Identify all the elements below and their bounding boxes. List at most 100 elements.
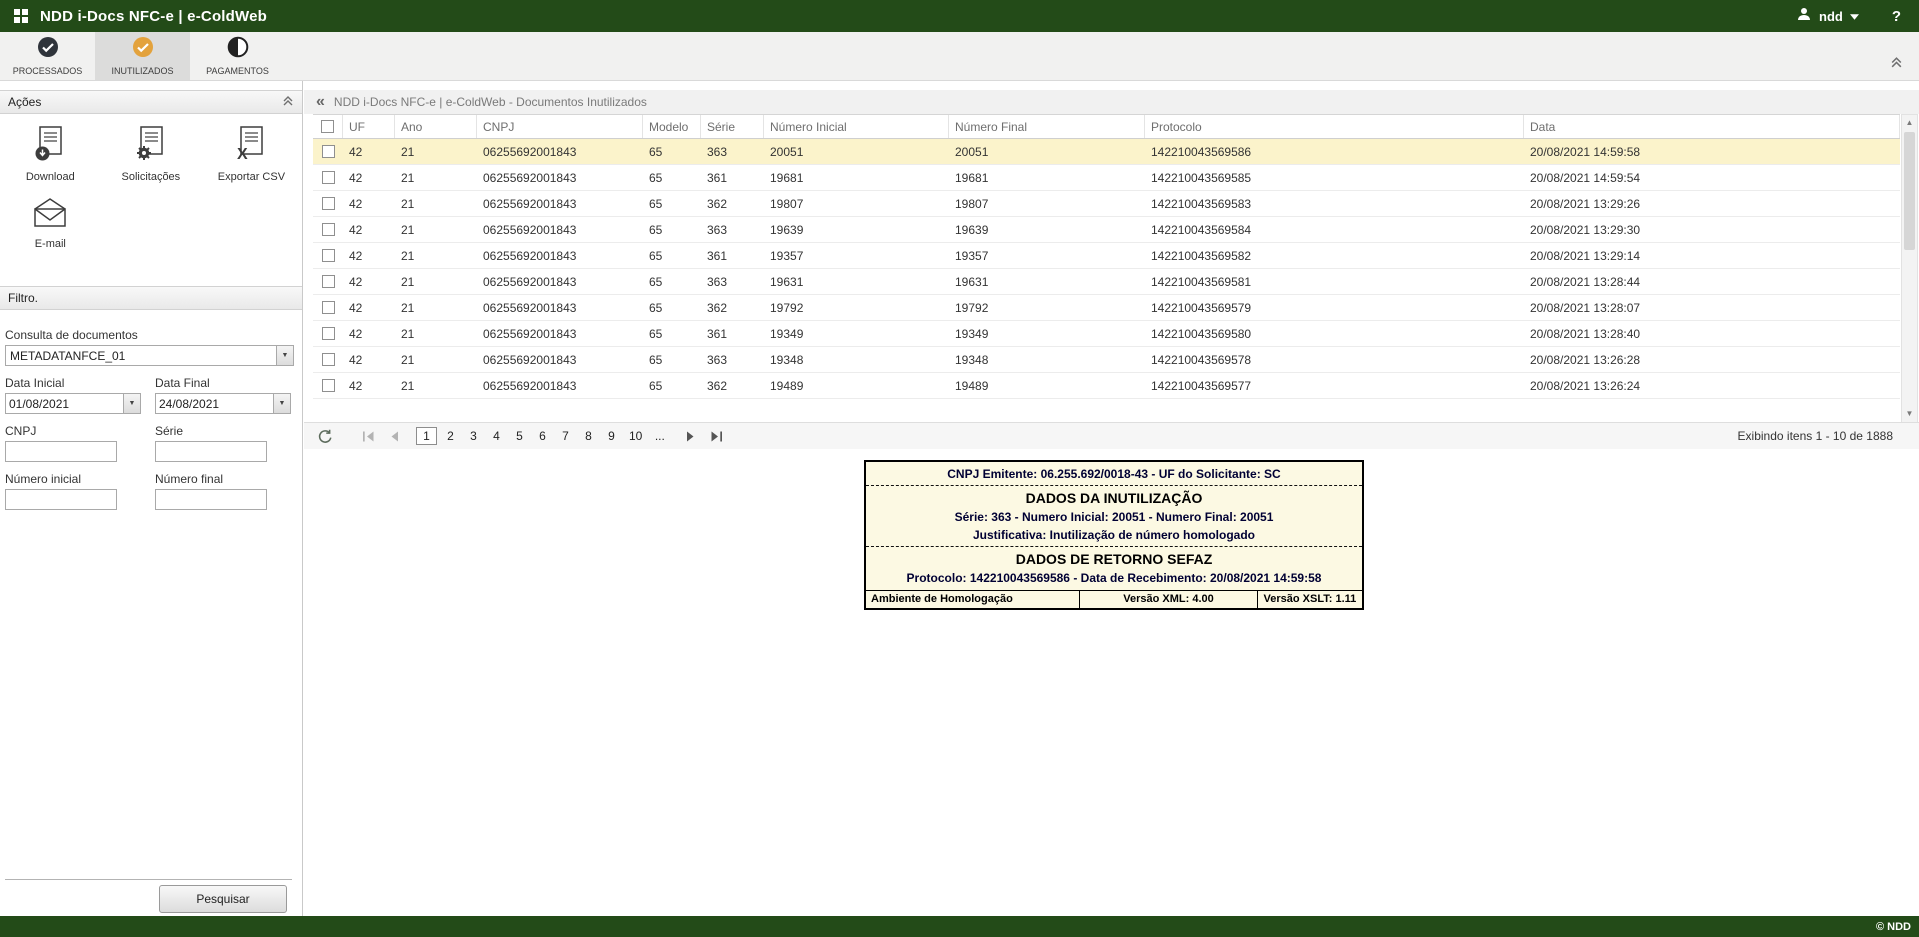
page-4[interactable]: 4 bbox=[487, 428, 506, 444]
row-checkbox-cell bbox=[313, 347, 343, 372]
cell-cnpj: 06255692001843 bbox=[477, 243, 643, 268]
row-checkbox[interactable] bbox=[322, 327, 335, 340]
vertical-scrollbar[interactable]: ▲ ▼ bbox=[1901, 114, 1918, 423]
serie-label: Série bbox=[155, 424, 291, 438]
cell-numero-final: 19681 bbox=[949, 165, 1145, 190]
cell-serie: 363 bbox=[701, 347, 764, 372]
page-5[interactable]: 5 bbox=[510, 428, 529, 444]
tab-pagamentos[interactable]: PAGAMENTOS bbox=[190, 32, 285, 80]
consulta-label: Consulta de documentos bbox=[5, 328, 294, 342]
column-header-serie[interactable]: Série bbox=[701, 115, 764, 138]
select-all-checkbox[interactable] bbox=[321, 120, 334, 133]
page-1[interactable]: 1 bbox=[416, 427, 437, 445]
page-2[interactable]: 2 bbox=[441, 428, 460, 444]
table-row[interactable]: 4221062556920018436536219489194891422100… bbox=[313, 373, 1900, 399]
page-9[interactable]: 9 bbox=[602, 428, 621, 444]
page-10[interactable]: 10 bbox=[625, 428, 646, 444]
breadcrumb-back-icon[interactable]: « bbox=[316, 90, 325, 114]
consulta-dropdown-icon[interactable]: ▼ bbox=[276, 346, 293, 365]
row-checkbox-cell bbox=[313, 295, 343, 320]
app-grid-icon[interactable] bbox=[14, 9, 28, 23]
cell-numero-final: 19489 bbox=[949, 373, 1145, 398]
table-row[interactable]: 4221062556920018436536119349193491422100… bbox=[313, 321, 1900, 347]
column-header-numero-final[interactable]: Número Final bbox=[949, 115, 1145, 138]
table-row[interactable]: 4221062556920018436536119357193571422100… bbox=[313, 243, 1900, 269]
row-checkbox[interactable] bbox=[322, 249, 335, 262]
table-row[interactable]: 4221062556920018436536219792197921422100… bbox=[313, 295, 1900, 321]
preview-section2-title: DADOS DE RETORNO SEFAZ bbox=[866, 549, 1362, 569]
row-checkbox[interactable] bbox=[322, 379, 335, 392]
prev-page-button[interactable] bbox=[389, 431, 399, 442]
numero-inicial-input[interactable] bbox=[5, 489, 117, 510]
cell-modelo: 65 bbox=[643, 373, 701, 398]
row-checkbox[interactable] bbox=[322, 171, 335, 184]
copyright-text: © NDD bbox=[1876, 921, 1911, 933]
cell-data: 20/08/2021 13:29:26 bbox=[1524, 191, 1900, 216]
help-icon[interactable]: ? bbox=[1892, 8, 1901, 25]
row-checkbox[interactable] bbox=[322, 223, 335, 236]
column-header-data[interactable]: Data bbox=[1524, 115, 1900, 138]
cell-serie: 363 bbox=[701, 269, 764, 294]
table-row[interactable]: 4221062556920018436536319348193481422100… bbox=[313, 347, 1900, 373]
last-page-button[interactable] bbox=[710, 431, 723, 442]
page-7[interactable]: 7 bbox=[556, 428, 575, 444]
cnpj-input[interactable] bbox=[5, 441, 117, 462]
data-final-dropdown-icon[interactable]: ▼ bbox=[273, 394, 290, 413]
pesquisar-button[interactable]: Pesquisar bbox=[159, 885, 287, 913]
page-8[interactable]: 8 bbox=[579, 428, 598, 444]
table-row[interactable]: 4221062556920018436536320051200511422100… bbox=[313, 139, 1900, 165]
column-header-numero-inicial[interactable]: Número Inicial bbox=[764, 115, 949, 138]
row-checkbox[interactable] bbox=[322, 353, 335, 366]
consulta-select[interactable]: METADATANFCE_01 ▼ bbox=[5, 345, 294, 366]
row-checkbox[interactable] bbox=[322, 197, 335, 210]
row-checkbox[interactable] bbox=[322, 275, 335, 288]
refresh-button[interactable] bbox=[318, 429, 333, 444]
table-row[interactable]: 4221062556920018436536319631196311422100… bbox=[313, 269, 1900, 295]
column-header-ano[interactable]: Ano bbox=[395, 115, 477, 138]
first-page-button[interactable] bbox=[362, 431, 375, 442]
page-6[interactable]: 6 bbox=[533, 428, 552, 444]
column-header-modelo[interactable]: Modelo bbox=[643, 115, 701, 138]
scroll-down-icon[interactable]: ▼ bbox=[1902, 407, 1917, 421]
preview-justificativa-line: Justificativa: Inutilização de número ho… bbox=[866, 526, 1362, 547]
tab-processados[interactable]: PROCESSADOS bbox=[0, 32, 95, 80]
app-title: NDD i-Docs NFC-e | e-ColdWeb bbox=[40, 8, 267, 25]
scroll-up-icon[interactable]: ▲ bbox=[1902, 116, 1917, 130]
column-header-cnpj[interactable]: CNPJ bbox=[477, 115, 643, 138]
column-header-uf[interactable]: UF bbox=[343, 115, 395, 138]
next-page-button[interactable] bbox=[686, 431, 696, 442]
scrollbar-thumb[interactable] bbox=[1904, 132, 1915, 250]
column-header-protocolo[interactable]: Protocolo bbox=[1145, 115, 1524, 138]
cell-numero-final: 19807 bbox=[949, 191, 1145, 216]
data-inicial-picker: ▼ bbox=[5, 393, 141, 414]
breadcrumb: « NDD i-Docs NFC-e | e-ColdWeb - Documen… bbox=[304, 90, 1919, 114]
data-inicial-dropdown-icon[interactable]: ▼ bbox=[123, 394, 140, 413]
ribbon-collapse-icon[interactable] bbox=[1890, 56, 1903, 74]
table-row[interactable]: 4221062556920018436536119681196811422100… bbox=[313, 165, 1900, 191]
page-3[interactable]: 3 bbox=[464, 428, 483, 444]
cell-data: 20/08/2021 13:29:14 bbox=[1524, 243, 1900, 268]
data-inicial-input[interactable] bbox=[6, 396, 123, 412]
tab-inutilizados[interactable]: INUTILIZADOS bbox=[95, 32, 190, 80]
cell-data: 20/08/2021 13:28:44 bbox=[1524, 269, 1900, 294]
table-row[interactable]: 4221062556920018436536219807198071422100… bbox=[313, 191, 1900, 217]
solicitacoes-button[interactable]: Solicitações bbox=[101, 126, 202, 183]
row-checkbox[interactable] bbox=[322, 301, 335, 314]
user-menu[interactable]: ndd ? bbox=[1796, 6, 1901, 27]
download-button[interactable]: Download bbox=[0, 126, 101, 183]
cell-modelo: 65 bbox=[643, 139, 701, 164]
cnpj-label: CNPJ bbox=[5, 424, 141, 438]
page-...[interactable]: ... bbox=[650, 428, 669, 444]
exportar-csv-button[interactable]: X Exportar CSV bbox=[201, 126, 302, 183]
actions-collapse-icon[interactable] bbox=[282, 95, 294, 110]
data-final-label: Data Final bbox=[155, 376, 291, 390]
serie-input[interactable] bbox=[155, 441, 267, 462]
cell-serie: 362 bbox=[701, 373, 764, 398]
row-checkbox[interactable] bbox=[322, 145, 335, 158]
data-final-input[interactable] bbox=[156, 396, 273, 412]
table-row[interactable]: 4221062556920018436536319639196391422100… bbox=[313, 217, 1900, 243]
email-button[interactable]: E-mail bbox=[0, 197, 101, 250]
cell-serie: 362 bbox=[701, 295, 764, 320]
numero-final-input[interactable] bbox=[155, 489, 267, 510]
inutilizados-check-icon bbox=[132, 36, 154, 63]
